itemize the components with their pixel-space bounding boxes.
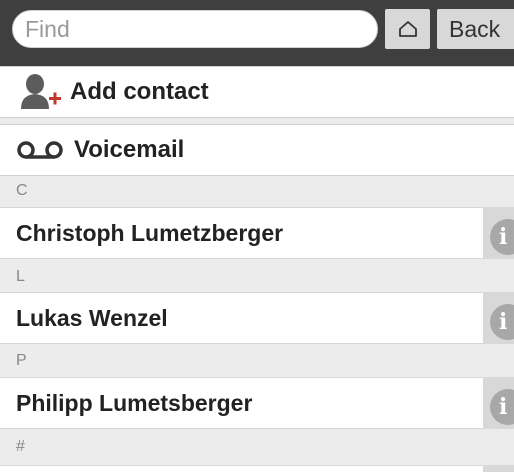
section-header-l: L: [0, 262, 514, 292]
voicemail-row[interactable]: Voicemail: [0, 124, 514, 176]
contact-row-partial[interactable]: [0, 465, 483, 472]
contact-info-button[interactable]: i: [483, 292, 514, 344]
home-button[interactable]: [385, 9, 430, 49]
contact-row[interactable]: Philipp Lumetsberger: [0, 377, 483, 429]
section-header-c: C: [0, 176, 514, 206]
contact-info-button-partial[interactable]: [483, 465, 514, 472]
contact-info-button[interactable]: i: [483, 207, 514, 259]
voicemail-icon: [17, 141, 63, 159]
section-header-p: P: [0, 346, 514, 376]
info-icon: i: [490, 304, 514, 340]
add-contact-row[interactable]: Add contact: [0, 66, 514, 118]
contact-row[interactable]: Lukas Wenzel: [0, 292, 483, 344]
contact-row[interactable]: Christoph Lumetzberger: [0, 207, 483, 259]
home-icon: [398, 21, 417, 37]
add-contact-label: Add contact: [70, 78, 209, 105]
search-input[interactable]: [12, 10, 378, 48]
voicemail-label: Voicemail: [74, 136, 185, 163]
info-icon: i: [490, 389, 514, 425]
info-icon: i: [490, 219, 514, 255]
top-bar: Back: [0, 0, 514, 66]
add-contact-icon: [21, 74, 61, 109]
contact-info-button[interactable]: i: [483, 377, 514, 429]
section-header-hash: #: [0, 432, 514, 462]
back-button[interactable]: Back: [437, 9, 514, 49]
